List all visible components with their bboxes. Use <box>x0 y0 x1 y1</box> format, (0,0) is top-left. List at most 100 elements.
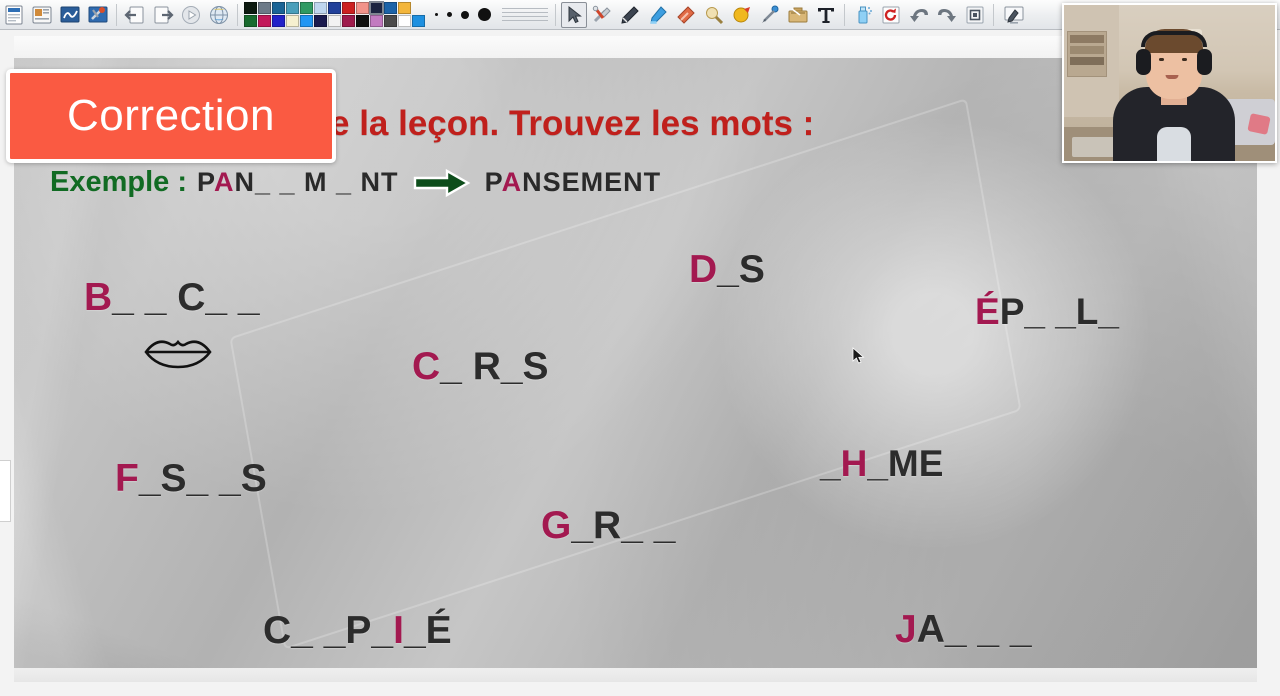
color-swatch[interactable] <box>286 15 299 27</box>
color-swatch[interactable] <box>314 2 327 14</box>
color-swatch[interactable] <box>384 2 397 14</box>
color-swatch[interactable] <box>370 15 383 27</box>
presenter-shirt <box>1156 127 1191 161</box>
color-swatch[interactable] <box>258 2 271 14</box>
word-highlight-letter: F <box>115 457 139 500</box>
bookshelf <box>1067 31 1107 77</box>
board-bottom-edge <box>14 668 1257 682</box>
word-highlight-letter: J <box>895 608 917 651</box>
previous-page-icon[interactable] <box>122 2 148 28</box>
color-swatch[interactable] <box>328 15 341 27</box>
tools-icon[interactable] <box>85 2 111 28</box>
toolbox-icon[interactable] <box>785 2 811 28</box>
pen-icon[interactable] <box>617 2 643 28</box>
example-label: Exemple : <box>50 166 187 198</box>
fill-icon[interactable] <box>729 2 755 28</box>
color-swatch[interactable] <box>328 2 341 14</box>
color-swatch[interactable] <box>300 15 313 27</box>
screenshot-icon[interactable] <box>962 2 988 28</box>
brush-size-dot[interactable] <box>447 12 452 17</box>
pin-icon[interactable] <box>757 2 783 28</box>
undo-icon[interactable] <box>906 2 932 28</box>
redo-icon[interactable] <box>934 2 960 28</box>
brush-size-dot[interactable] <box>435 13 438 16</box>
word-suffix: _S_ _S <box>138 457 267 500</box>
color-swatch[interactable] <box>384 15 397 27</box>
word-copie: C_ _P_I_É <box>263 609 452 653</box>
word-jambe: JA_ _ _ <box>895 608 1032 652</box>
color-swatch[interactable] <box>314 15 327 27</box>
headphone-cup-left-icon <box>1135 49 1151 75</box>
lesson-title: e la leçon. Trouvez les mots : <box>330 104 815 143</box>
board-icon[interactable] <box>57 2 83 28</box>
toolbar-divider <box>237 3 238 26</box>
color-swatch[interactable] <box>412 15 425 27</box>
presenter-eye-right <box>1182 58 1188 61</box>
open-document-icon[interactable] <box>29 2 55 28</box>
new-page-icon[interactable] <box>1 2 27 28</box>
lips-doodle-icon <box>144 339 212 369</box>
color-swatch[interactable] <box>300 2 313 14</box>
color-swatch[interactable] <box>356 2 369 14</box>
eraser-icon[interactable] <box>673 2 699 28</box>
word-highlight-letter: C <box>412 345 441 388</box>
brush-size-selector[interactable] <box>435 8 491 21</box>
pointer-icon[interactable] <box>561 1 587 28</box>
color-swatch[interactable] <box>244 2 257 14</box>
word-highlight-letter: G <box>541 504 572 547</box>
color-swatch[interactable] <box>342 15 355 27</box>
wrench-icon[interactable] <box>589 2 615 28</box>
word-suffix: _ R_S <box>440 345 549 388</box>
color-swatch[interactable] <box>369 1 384 15</box>
color-swatch[interactable] <box>342 2 355 14</box>
correction-label: Correction <box>67 91 275 140</box>
word-suffix: _ME <box>867 443 944 484</box>
word-suffix: _ _ C_ _ <box>112 276 260 319</box>
mouse-cursor-icon <box>852 347 865 364</box>
word-epaule: ÉP_ _L_ <box>975 291 1119 333</box>
play-icon[interactable] <box>178 2 204 28</box>
palette-row <box>244 15 425 27</box>
text-icon[interactable] <box>813 2 839 28</box>
annotate-desktop-icon[interactable] <box>999 2 1029 28</box>
color-swatch[interactable] <box>356 15 369 27</box>
color-palette[interactable] <box>244 1 425 27</box>
page-left-tab <box>0 460 11 522</box>
cushion <box>1247 113 1271 135</box>
web-icon[interactable] <box>206 2 232 28</box>
color-swatch[interactable] <box>272 2 285 14</box>
color-swatch[interactable] <box>286 2 299 14</box>
toolbar-group-tools <box>560 0 840 30</box>
webcam-overlay[interactable] <box>1062 3 1277 163</box>
color-swatch[interactable] <box>398 15 411 27</box>
headphone-cup-right-icon <box>1196 49 1212 75</box>
magnifier-icon[interactable] <box>701 2 727 28</box>
toolbar-group-edit <box>849 0 989 30</box>
example-prompt: PAN_ _ M _ NT <box>197 167 399 197</box>
line-style-selector[interactable] <box>502 5 548 25</box>
toolbar-divider <box>555 3 556 26</box>
toolbar-divider <box>116 3 117 26</box>
toolbar-group-navigation <box>121 0 233 30</box>
color-swatch[interactable] <box>244 15 257 27</box>
example-answer: PANSEMENT <box>484 167 662 197</box>
brush-size-dot[interactable] <box>461 10 469 19</box>
example-row: Exemple : PAN_ _ M _ NT PANSEMENT <box>50 166 661 199</box>
word-prefix: C_ _P_ <box>263 609 394 652</box>
color-swatch[interactable] <box>272 15 285 27</box>
highlighter-icon[interactable] <box>645 2 671 28</box>
word-prefix: _ <box>820 443 841 484</box>
word-highlight-letter: É <box>975 291 1000 332</box>
brush-size-dot[interactable] <box>478 8 491 21</box>
word-suffix: A_ _ _ <box>916 608 1032 651</box>
word-suffix: _É <box>403 609 452 652</box>
toolbar-divider <box>844 3 845 26</box>
word-dos: D_S <box>689 248 765 292</box>
word-bouche: B_ _ C_ _ <box>84 276 260 320</box>
color-swatch[interactable] <box>258 15 271 27</box>
color-swatch[interactable] <box>398 2 411 14</box>
next-page-icon[interactable] <box>150 2 176 28</box>
spray-icon[interactable] <box>850 2 876 28</box>
reload-icon[interactable] <box>878 2 904 28</box>
arrow-right-icon <box>413 168 471 198</box>
